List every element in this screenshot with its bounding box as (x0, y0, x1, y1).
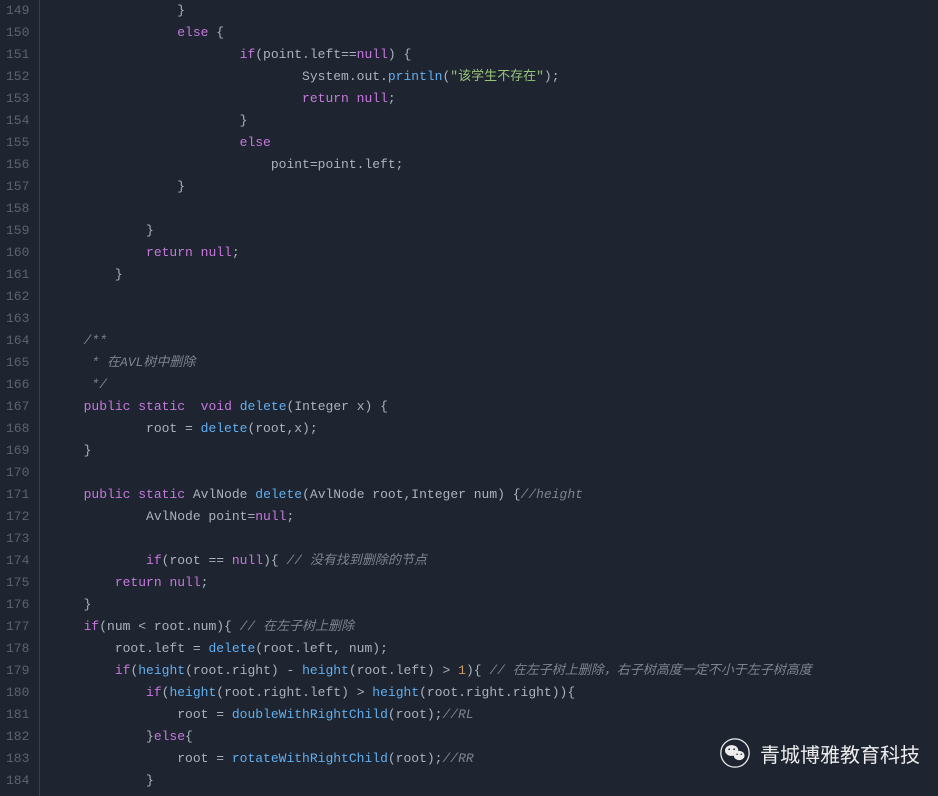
line-number: 159 (6, 220, 29, 242)
line-number: 184 (6, 770, 29, 792)
line-number: 158 (6, 198, 29, 220)
line-number: 167 (6, 396, 29, 418)
code-editor[interactable]: 1491501511521531541551561571581591601611… (0, 0, 938, 796)
code-line[interactable]: /** (52, 330, 938, 352)
line-number: 173 (6, 528, 29, 550)
line-number: 175 (6, 572, 29, 594)
code-line[interactable]: } (52, 440, 938, 462)
line-number: 177 (6, 616, 29, 638)
line-number: 174 (6, 550, 29, 572)
line-number: 182 (6, 726, 29, 748)
code-line[interactable]: */ (52, 374, 938, 396)
code-line[interactable] (52, 462, 938, 484)
line-number: 183 (6, 748, 29, 770)
code-line[interactable]: if(point.left==null) { (52, 44, 938, 66)
watermark-text: 青城博雅教育科技 (760, 739, 920, 768)
code-line[interactable]: AvlNode point=null; (52, 506, 938, 528)
line-number: 152 (6, 66, 29, 88)
line-number: 172 (6, 506, 29, 528)
code-line[interactable]: } (52, 110, 938, 132)
line-number: 160 (6, 242, 29, 264)
code-line[interactable]: * 在AVL树中删除 (52, 352, 938, 374)
code-line[interactable] (52, 308, 938, 330)
line-number: 161 (6, 264, 29, 286)
code-line[interactable]: if(height(root.right) - height(root.left… (52, 660, 938, 682)
code-line[interactable]: return null; (52, 88, 938, 110)
line-number: 155 (6, 132, 29, 154)
line-number: 181 (6, 704, 29, 726)
line-number: 156 (6, 154, 29, 176)
code-line[interactable]: } (52, 0, 938, 22)
line-number: 170 (6, 462, 29, 484)
code-line[interactable]: if(root == null){ // 没有找到删除的节点 (52, 550, 938, 572)
code-line[interactable]: else { (52, 22, 938, 44)
code-line[interactable]: if(num < root.num){ // 在左子树上删除 (52, 616, 938, 638)
code-line[interactable]: System.out.println("该学生不存在"); (52, 66, 938, 88)
watermark: 青城博雅教育科技 (720, 738, 920, 768)
line-number: 163 (6, 308, 29, 330)
line-number: 180 (6, 682, 29, 704)
code-line[interactable]: point=point.left; (52, 154, 938, 176)
code-line[interactable] (52, 198, 938, 220)
code-line[interactable]: else (52, 132, 938, 154)
code-line[interactable]: } (52, 264, 938, 286)
line-number: 164 (6, 330, 29, 352)
line-number: 171 (6, 484, 29, 506)
line-number: 162 (6, 286, 29, 308)
wechat-icon (720, 738, 750, 768)
code-line[interactable]: } (52, 594, 938, 616)
line-number: 179 (6, 660, 29, 682)
code-line[interactable]: } (52, 176, 938, 198)
line-number: 154 (6, 110, 29, 132)
line-number-gutter: 1491501511521531541551561571581591601611… (0, 0, 40, 796)
code-line[interactable]: return null; (52, 242, 938, 264)
code-line[interactable] (52, 528, 938, 550)
line-number: 157 (6, 176, 29, 198)
line-number: 151 (6, 44, 29, 66)
code-line[interactable]: root = doubleWithRightChild(root);//RL (52, 704, 938, 726)
line-number: 150 (6, 22, 29, 44)
code-content[interactable]: } else { if(point.left==null) { System.o… (40, 0, 938, 796)
line-number: 169 (6, 440, 29, 462)
code-line[interactable]: } (52, 770, 938, 792)
code-line[interactable]: } (52, 220, 938, 242)
code-line[interactable] (52, 286, 938, 308)
code-line[interactable]: public static AvlNode delete(AvlNode roo… (52, 484, 938, 506)
line-number: 153 (6, 88, 29, 110)
line-number: 178 (6, 638, 29, 660)
line-number: 166 (6, 374, 29, 396)
code-line[interactable]: root = delete(root,x); (52, 418, 938, 440)
line-number: 176 (6, 594, 29, 616)
code-line[interactable]: if(height(root.right.left) > height(root… (52, 682, 938, 704)
code-line[interactable]: public static void delete(Integer x) { (52, 396, 938, 418)
code-line[interactable]: return null; (52, 572, 938, 594)
line-number: 168 (6, 418, 29, 440)
code-line[interactable]: root.left = delete(root.left, num); (52, 638, 938, 660)
line-number: 149 (6, 0, 29, 22)
line-number: 165 (6, 352, 29, 374)
